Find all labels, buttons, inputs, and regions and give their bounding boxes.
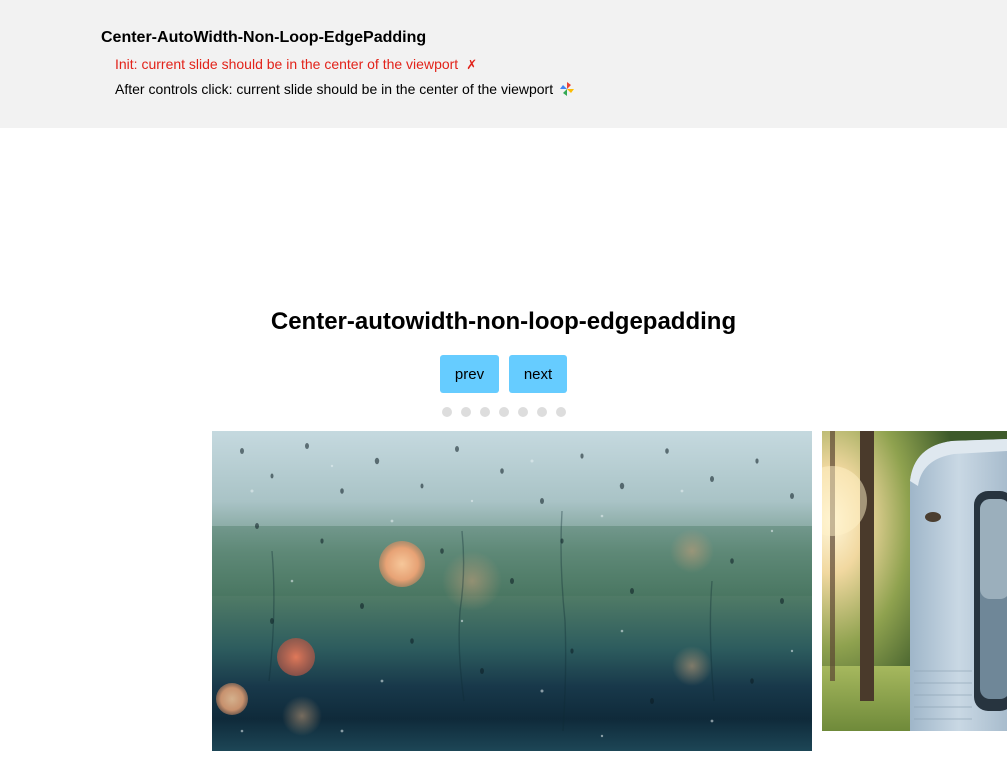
next-button[interactable]: next xyxy=(509,355,567,393)
nav-dot[interactable] xyxy=(556,407,566,417)
test-result-text: After controls click: current slide shou… xyxy=(115,81,554,97)
nav-dot[interactable] xyxy=(537,407,547,417)
slider-heading: Center-autowidth-non-loop-edgepadding xyxy=(270,308,737,335)
nav-dot[interactable] xyxy=(518,407,528,417)
nav-dot[interactable] xyxy=(442,407,452,417)
nav-dot[interactable] xyxy=(499,407,509,417)
nav-dot[interactable] xyxy=(461,407,471,417)
test-result-controls: After controls click: current slide shou… xyxy=(115,81,575,98)
spinner-icon xyxy=(559,81,575,97)
test-results-panel: Center-AutoWidth-Non-Loop-EdgePadding In… xyxy=(0,0,1007,128)
nav-dot[interactable] xyxy=(480,407,490,417)
prev-button[interactable]: prev xyxy=(440,355,499,393)
slide-rainy-window xyxy=(212,431,812,751)
test-result-text: Init: current slide should be in the cen… xyxy=(115,56,459,72)
camper-van-forest-photo xyxy=(822,431,1007,731)
slide-camper-van xyxy=(822,431,1007,731)
cross-mark-icon: ✗ xyxy=(466,57,478,72)
test-title: Center-AutoWidth-Non-Loop-EdgePadding xyxy=(101,29,427,46)
rainy-window-photo xyxy=(212,431,812,751)
test-result-init: Init: current slide should be in the cen… xyxy=(115,56,477,73)
slider-nav-dots xyxy=(442,407,566,417)
